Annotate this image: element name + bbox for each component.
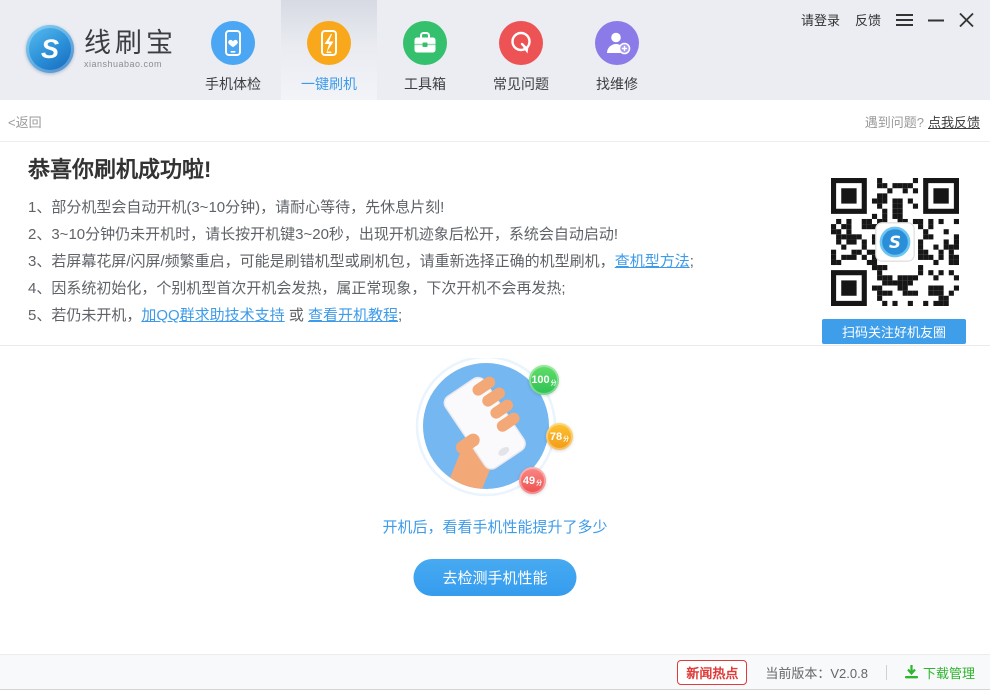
main-nav: 手机体检 一键刷机 工具箱 [185, 0, 665, 100]
close-icon[interactable] [959, 13, 974, 27]
boot-tutorial-link[interactable]: 查看开机教程 [308, 307, 398, 324]
nav-item-find-repair[interactable]: 找维修 [569, 0, 665, 100]
check-model-method-link[interactable]: 查机型方法 [615, 253, 690, 270]
toolbox-icon [403, 21, 447, 65]
nav-label: 常见问题 [493, 74, 549, 94]
tip-3: 3、若屏幕花屏/闪屏/频繁重启，可能是刷错机型或刷机包，请重新选择正确的机型刷机… [28, 248, 798, 275]
nav-label: 手机体检 [205, 74, 261, 94]
trouble-question: 遇到问题? [865, 115, 924, 130]
feedback-link[interactable]: 反馈 [855, 10, 881, 29]
qr-center-logo: S [876, 223, 914, 261]
score-unit: 分 [551, 378, 557, 387]
tip-5: 5、若仍未开机，加QQ群求助技术支持 或 查看开机教程; [28, 302, 798, 329]
page-title: 恭喜你刷机成功啦! [28, 152, 211, 184]
check-performance-button[interactable]: 去检测手机性能 [413, 559, 576, 596]
minimize-icon[interactable] [928, 13, 944, 27]
download-label: 下载管理 [923, 663, 975, 682]
tip-5-text: 5、若仍未开机， [28, 307, 141, 324]
scan-follow-button[interactable]: 扫码关注好机友圈 [822, 319, 966, 344]
app-domain: xianshuabao.com [84, 59, 177, 69]
nav-item-one-key-flash[interactable]: 一键刷机 [281, 0, 377, 100]
download-icon [905, 665, 918, 679]
footer-divider [886, 665, 887, 680]
tip-1: 1、部分机型会自动开机(3~10分钟)，请耐心等待，先休息片刻! [28, 194, 798, 221]
qr-panel: S 扫码关注好机友圈 [822, 178, 968, 344]
score-badge-49: 49分 [519, 467, 546, 494]
score-unit: 分 [563, 434, 569, 443]
login-link[interactable]: 请登录 [801, 10, 840, 29]
tip-3-text: 3、若屏幕花屏/闪屏/频繁重启，可能是刷错机型或刷机包，请重新选择正确的机型刷机… [28, 253, 615, 270]
nav-label: 一键刷机 [301, 74, 357, 94]
one-key-flash-icon [307, 21, 351, 65]
header: S 线刷宝 xianshuabao.com 手机体检 一键刷机 [0, 0, 990, 100]
faq-icon [499, 21, 543, 65]
tip-3-end: ; [690, 253, 694, 270]
menu-icon[interactable] [896, 13, 913, 27]
click-feedback-link[interactable]: 点我反馈 [928, 115, 980, 130]
qq-group-help-link[interactable]: 加QQ群求助技术支持 [141, 307, 284, 324]
download-manager-link[interactable]: 下载管理 [905, 663, 975, 682]
score-value: 100 [531, 374, 549, 386]
tips-list: 1、部分机型会自动开机(3~10分钟)，请耐心等待，先休息片刻! 2、3~10分… [28, 194, 798, 329]
svg-text:S: S [889, 233, 901, 252]
phone-checkup-icon [211, 21, 255, 65]
tip-5-or: 或 [285, 307, 308, 324]
score-value: 49 [523, 475, 535, 487]
titlebar-actions: 请登录 反馈 [801, 10, 974, 29]
tip-5-end: ; [398, 307, 402, 324]
score-badge-78: 78分 [546, 423, 573, 450]
performance-hint: 开机后，看看手机性能提升了多少 [0, 516, 990, 537]
score-unit: 分 [536, 478, 542, 487]
app-logo: S 线刷宝 xianshuabao.com [26, 25, 177, 73]
score-value: 78 [550, 431, 562, 443]
nav-label: 找维修 [596, 74, 638, 94]
tip-2: 2、3~10分钟仍未开机时，请长按开机键3~20秒，出现开机迹象后松开，系统会自… [28, 221, 798, 248]
subheader: <返回 遇到问题? 点我反馈 [0, 100, 990, 142]
back-link[interactable]: <返回 [8, 112, 42, 131]
tip-4: 4、因系统初始化，个别机型首次开机会发热，属正常现象，下次开机不会再发热; [28, 275, 798, 302]
section-divider [0, 345, 990, 346]
app-name: 线刷宝 [84, 29, 177, 57]
nav-item-toolbox[interactable]: 工具箱 [377, 0, 473, 100]
logo-s-icon: S [26, 25, 74, 73]
news-hotspot-badge[interactable]: 新闻热点 [677, 660, 747, 685]
nav-label: 工具箱 [404, 74, 446, 94]
nav-item-faq[interactable]: 常见问题 [473, 0, 569, 100]
version-text: 当前版本：V2.0.8 [765, 663, 868, 682]
score-badge-100: 100分 [529, 365, 559, 395]
trouble-text: 遇到问题? 点我反馈 [865, 112, 980, 131]
qr-code: S [831, 178, 959, 306]
nav-item-phone-checkup[interactable]: 手机体检 [185, 0, 281, 100]
find-repair-icon [595, 21, 639, 65]
footer: 新闻热点 当前版本：V2.0.8 下载管理 [0, 654, 990, 690]
